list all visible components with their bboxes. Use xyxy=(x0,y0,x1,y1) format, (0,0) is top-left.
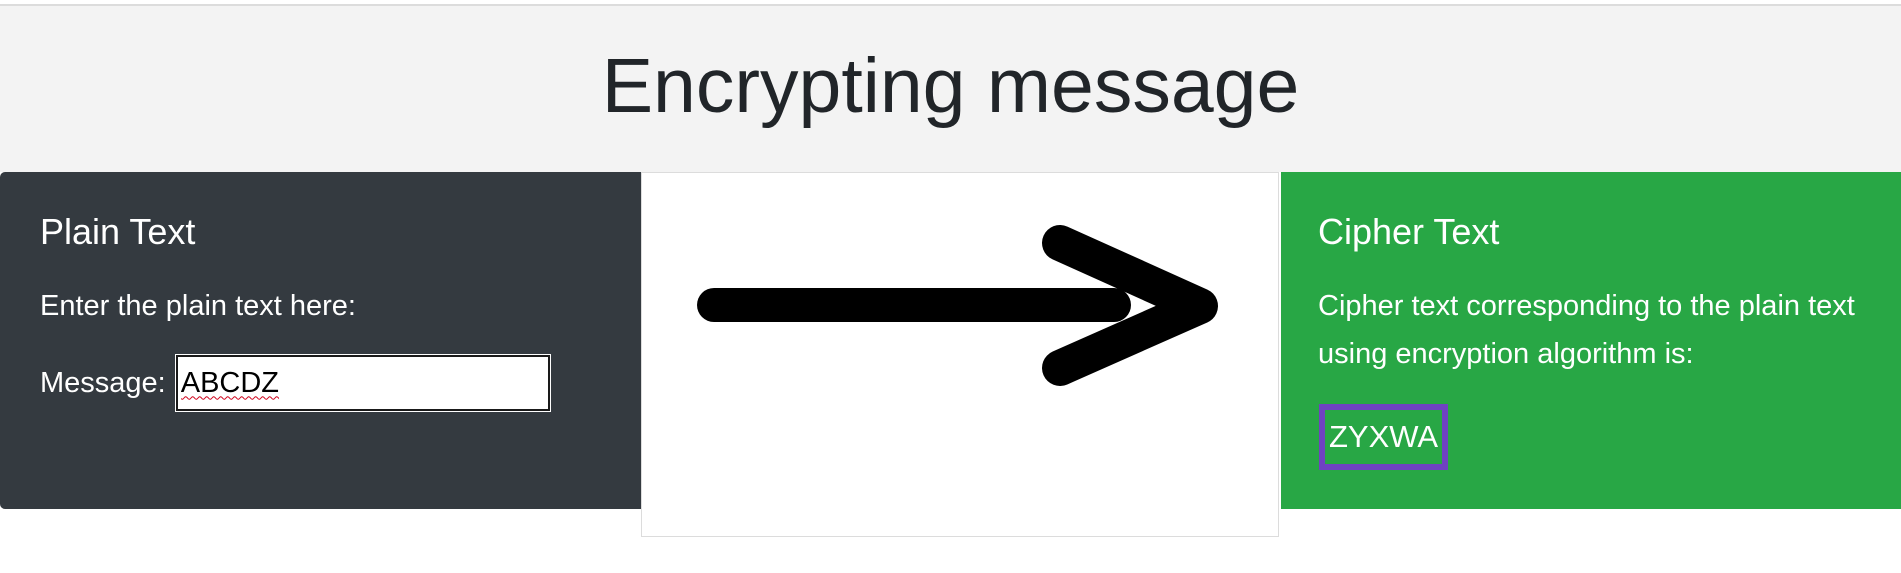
plain-text-instruction: Enter the plain text here: xyxy=(40,290,356,322)
cipher-result: ZYXWA xyxy=(1329,419,1439,454)
plain-text-card: Plain Text Enter the plain text here: Me… xyxy=(0,172,641,509)
plain-text-title: Plain Text xyxy=(40,211,196,252)
page-title: Encrypting message xyxy=(601,43,1300,129)
message-input[interactable] xyxy=(174,354,551,412)
right-arrow-icon xyxy=(697,225,1218,386)
message-row: Message: xyxy=(40,354,551,412)
cipher-text-title: Cipher Text xyxy=(1318,211,1500,252)
message-label: Message: xyxy=(40,367,166,399)
cipher-text-description: Cipher text corresponding to the plain t… xyxy=(1318,290,1855,370)
cipher-result-box: ZYXWA xyxy=(1319,404,1449,470)
cipher-text-card: Cipher Text Cipher text corresponding to… xyxy=(1281,172,1901,509)
page-header: Encrypting message xyxy=(0,6,1901,172)
arrow-panel xyxy=(641,172,1279,537)
